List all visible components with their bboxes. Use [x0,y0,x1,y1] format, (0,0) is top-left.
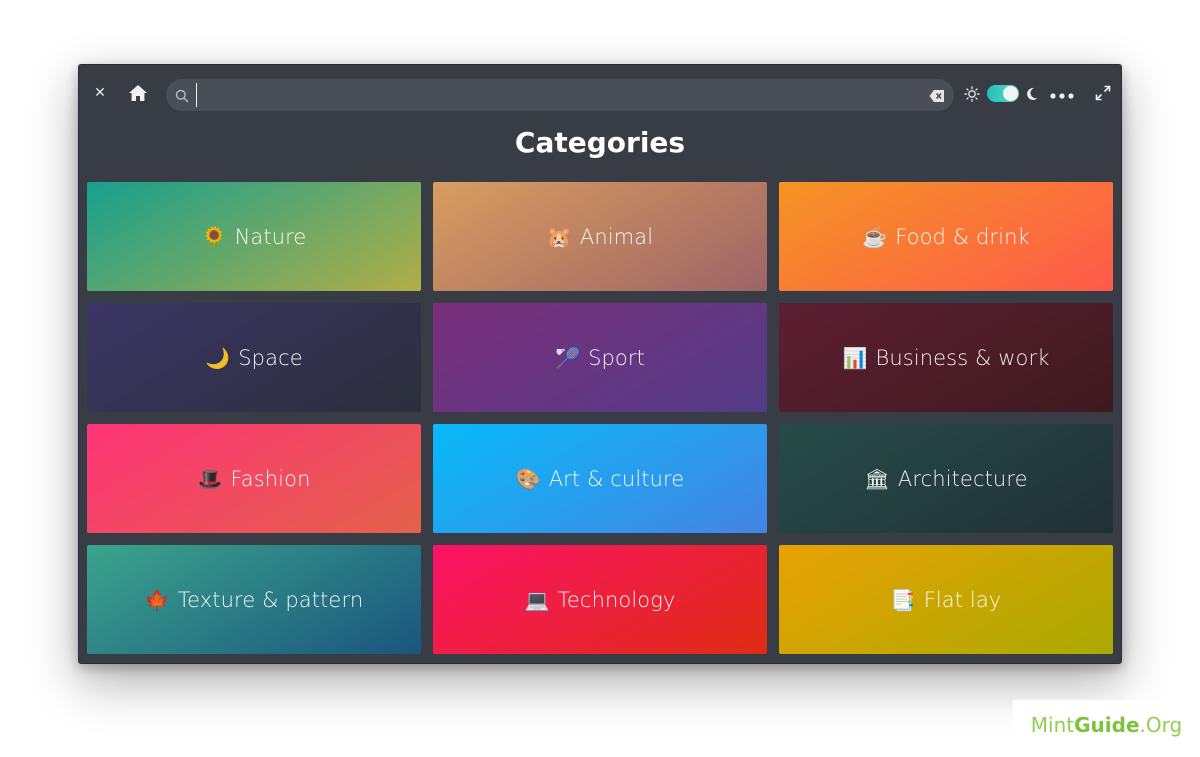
watermark-text-2: Guide [1074,713,1140,737]
category-label: Space [238,345,303,370]
theme-toggle[interactable] [987,85,1019,102]
category-emoji: 🍁 [144,587,170,612]
category-tile[interactable]: 🍁 Texture & pattern [87,545,421,654]
category-tile[interactable]: 🏛 Architecture [779,424,1113,533]
watermark-logo: Mint Guide .Org [1013,700,1200,750]
category-label: Texture & pattern [177,587,364,612]
search-icon [175,88,189,103]
category-tile[interactable]: 💻 Technology [433,545,767,654]
category-emoji: 🏸 [555,345,581,370]
category-grid: 🌻 Nature 🐹 Animal ☕ Food & drink 🌙 Space 🏸 Sport 📊… [87,182,1113,654]
app-window: ✕ Categories 🌻 Nature 🐹 Animal ☕ Food & … [78,64,1122,664]
category-emoji: 🎩 [197,466,223,491]
category-tile[interactable]: 🎩 Fashion [87,424,421,533]
category-tile[interactable]: 🏸 Sport [433,303,767,412]
category-emoji: 💻 [524,587,550,612]
search-bar [166,79,954,111]
category-tile[interactable]: 🌙 Space [87,303,421,412]
category-label: Architecture [897,466,1028,491]
category-label: Food & drink [895,224,1030,249]
close-icon[interactable]: ✕ [91,84,109,102]
category-label: Fashion [230,466,311,491]
category-tile[interactable]: 📑 Flat lay [779,545,1113,654]
category-label: Sport [588,345,645,370]
category-emoji: 📑 [890,587,916,612]
expand-icon[interactable] [1095,85,1111,101]
watermark-text-3: .Org [1139,713,1183,737]
category-emoji: 🌙 [205,345,231,370]
toggle-knob [1003,86,1018,101]
category-emoji: 🐹 [546,224,572,249]
watermark-text-1: Mint [1030,713,1075,737]
category-label: Art & culture [548,466,685,491]
moon-icon [1025,86,1039,102]
category-label: Animal [579,224,654,249]
category-emoji: ☕ [862,224,888,249]
category-label: Nature [234,224,307,249]
page-title: Categories [514,126,686,159]
category-tile[interactable]: 🎨 Art & culture [433,424,767,533]
category-tile[interactable]: 📊 Business & work [779,303,1113,412]
category-label: Business & work [875,345,1050,370]
sun-icon [964,86,980,102]
category-tile[interactable]: 🐹 Animal [433,182,767,291]
home-icon[interactable] [127,82,149,104]
category-label: Technology [557,587,676,612]
search-input[interactable] [196,83,916,107]
header-bar: ✕ [79,65,1121,123]
category-emoji: 🎨 [515,466,541,491]
stage: ✕ Categories 🌻 Nature 🐹 Animal ☕ Food & … [0,0,1200,757]
category-tile[interactable]: ☕ Food & drink [779,182,1113,291]
category-emoji: 🌻 [201,224,227,249]
clear-icon[interactable] [929,88,945,102]
more-icon[interactable] [1049,87,1077,99]
category-label: Flat lay [923,587,1002,612]
category-tile[interactable]: 🌻 Nature [87,182,421,291]
category-emoji: 🏛 [864,466,890,491]
category-emoji: 📊 [842,345,868,370]
